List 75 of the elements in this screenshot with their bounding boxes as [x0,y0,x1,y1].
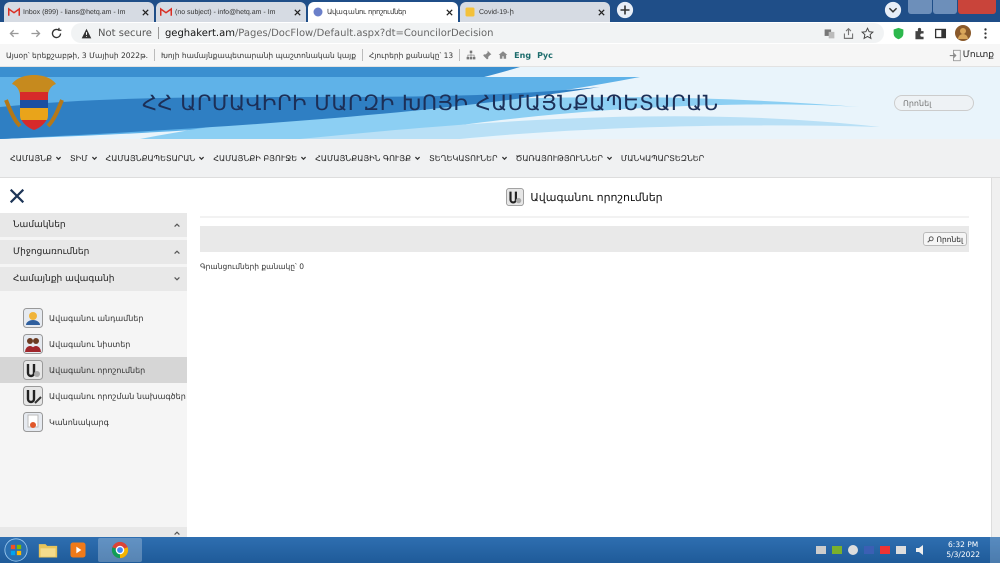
nav-menu-item[interactable]: ՄԱՆԿԱՊԱՐՏԵԶՆԵՐ [620,154,704,162]
folder-icon[interactable] [38,541,58,559]
section-title: Միջոցառումներ [13,247,90,257]
nav-menu-item[interactable]: ՀԱՄԱՅՆՔԻ ԲՅՈՒՋԵ [213,154,308,162]
chevron-down-icon [173,275,181,283]
item-label: Ավագանու որոշման նախագծեր [49,392,186,400]
mail-icon [160,6,172,18]
close-icon[interactable] [8,186,26,204]
start-button[interactable] [4,538,28,562]
warning-icon [81,28,92,38]
nav-menu-item[interactable]: ՀԱՄԱՅՆՔ [10,154,62,162]
new-tab-icon[interactable] [616,1,634,19]
mail-icon [8,6,20,18]
pen-icon [23,386,43,406]
section-title: Համայնքի ավագանի [13,274,114,284]
page-title: Ավագանու որոշումներ [530,190,663,204]
media-player-icon[interactable] [68,541,88,559]
login-link[interactable]: Մուտք [948,48,994,62]
chevron-up-icon [173,221,181,229]
reload-icon[interactable] [50,26,63,40]
sitemap-icon[interactable] [466,50,476,60]
close-icon[interactable] [141,8,150,16]
shield-icon[interactable] [892,26,905,40]
avatar-icon[interactable] [955,25,971,41]
side-panel-icon[interactable] [934,26,947,40]
sidebar-item[interactable]: Կանոնակարգ [0,409,187,435]
security-warning: Not secure [98,28,152,38]
nav-menu-item[interactable]: ԾԱՌԱՅՈՒԹՅՈՒՆՆԵՐ [516,154,613,162]
sidebar-item[interactable]: Ավագանու որոշման նախագծեր [0,383,187,409]
document-icon [464,6,476,18]
sidebar-item[interactable]: Ավագանու նիստեր [0,331,187,357]
taskbar-button[interactable] [98,538,142,562]
language-link[interactable]: Eng [514,50,532,60]
puzzle-icon[interactable] [913,26,926,40]
chevron-up-icon [173,529,181,537]
login-icon [948,48,961,62]
document-icon [506,188,524,206]
close-icon[interactable] [293,8,302,16]
browser-icon [110,541,130,559]
item-label: Ավագանու նիստեր [49,340,130,348]
nav-menu-item[interactable]: ՀԱՄԱՅՆՔԱՅԻՆ ԳՈՒՅՔ [315,154,422,162]
pin-icon[interactable] [482,50,492,60]
section-title: Նամակներ [13,220,66,230]
accordion-header[interactable]: Նամակներ [0,213,187,237]
language-link[interactable]: Рус [537,50,553,60]
nav-menu-item[interactable]: ՀԱՄԱՅՆՔԱՊԵՏԱՐԱՆ [106,154,206,162]
translate-icon[interactable] [823,26,836,40]
item-label: Ավագանու անդամներ [49,314,144,322]
chevron-up-icon [173,248,181,256]
scrollbar[interactable] [991,178,1000,537]
nav-menu-item[interactable]: ՏԵՂԵԿԱՏՈՒՆԵՐ [429,154,508,162]
document-icon [23,360,43,380]
address-bar[interactable]: Not secure geghakert.am/Pages/DocFlow/Default.aspx?dt=CouncilorDecision [71,23,884,43]
certificate-icon [23,412,43,432]
globe-icon [312,6,324,18]
people-icon [23,334,43,354]
home-icon[interactable] [498,50,508,60]
dropdown-icon[interactable] [884,1,902,19]
search-icon [927,236,934,242]
people-icon [23,308,43,328]
accordion-header[interactable]: Միջոցառումներ [0,240,187,264]
close-icon[interactable] [597,8,606,16]
sidebar-item[interactable]: Ավագանու որոշումներ [0,357,187,383]
sidebar-item[interactable]: Ավագանու անդամներ [0,305,187,331]
item-label: Կանոնակարգ [49,418,109,426]
share-icon[interactable] [842,26,855,40]
url-text: geghakert.am/Pages/DocFlow/Default.aspx?dt=CouncilorDecision [164,28,494,38]
site-title: ՀՀ ԱՐՄԱՎԻՐԻ ՄԱՐԶԻ ԽՈՅԻ ՀԱՄԱՅՆՔԱՊԵՏԱՐԱՆ [142,91,719,115]
search-field[interactable]: Որոնել [894,95,974,111]
close-icon[interactable] [445,8,454,16]
item-label: Ավագանու որոշումներ [49,366,146,374]
accordion-header[interactable]: Համայնքի ավագանի [0,267,187,291]
nav-menu-item[interactable]: ՏԻՄ [70,154,98,162]
window-controls[interactable] [908,0,996,14]
star-icon[interactable] [861,26,874,40]
